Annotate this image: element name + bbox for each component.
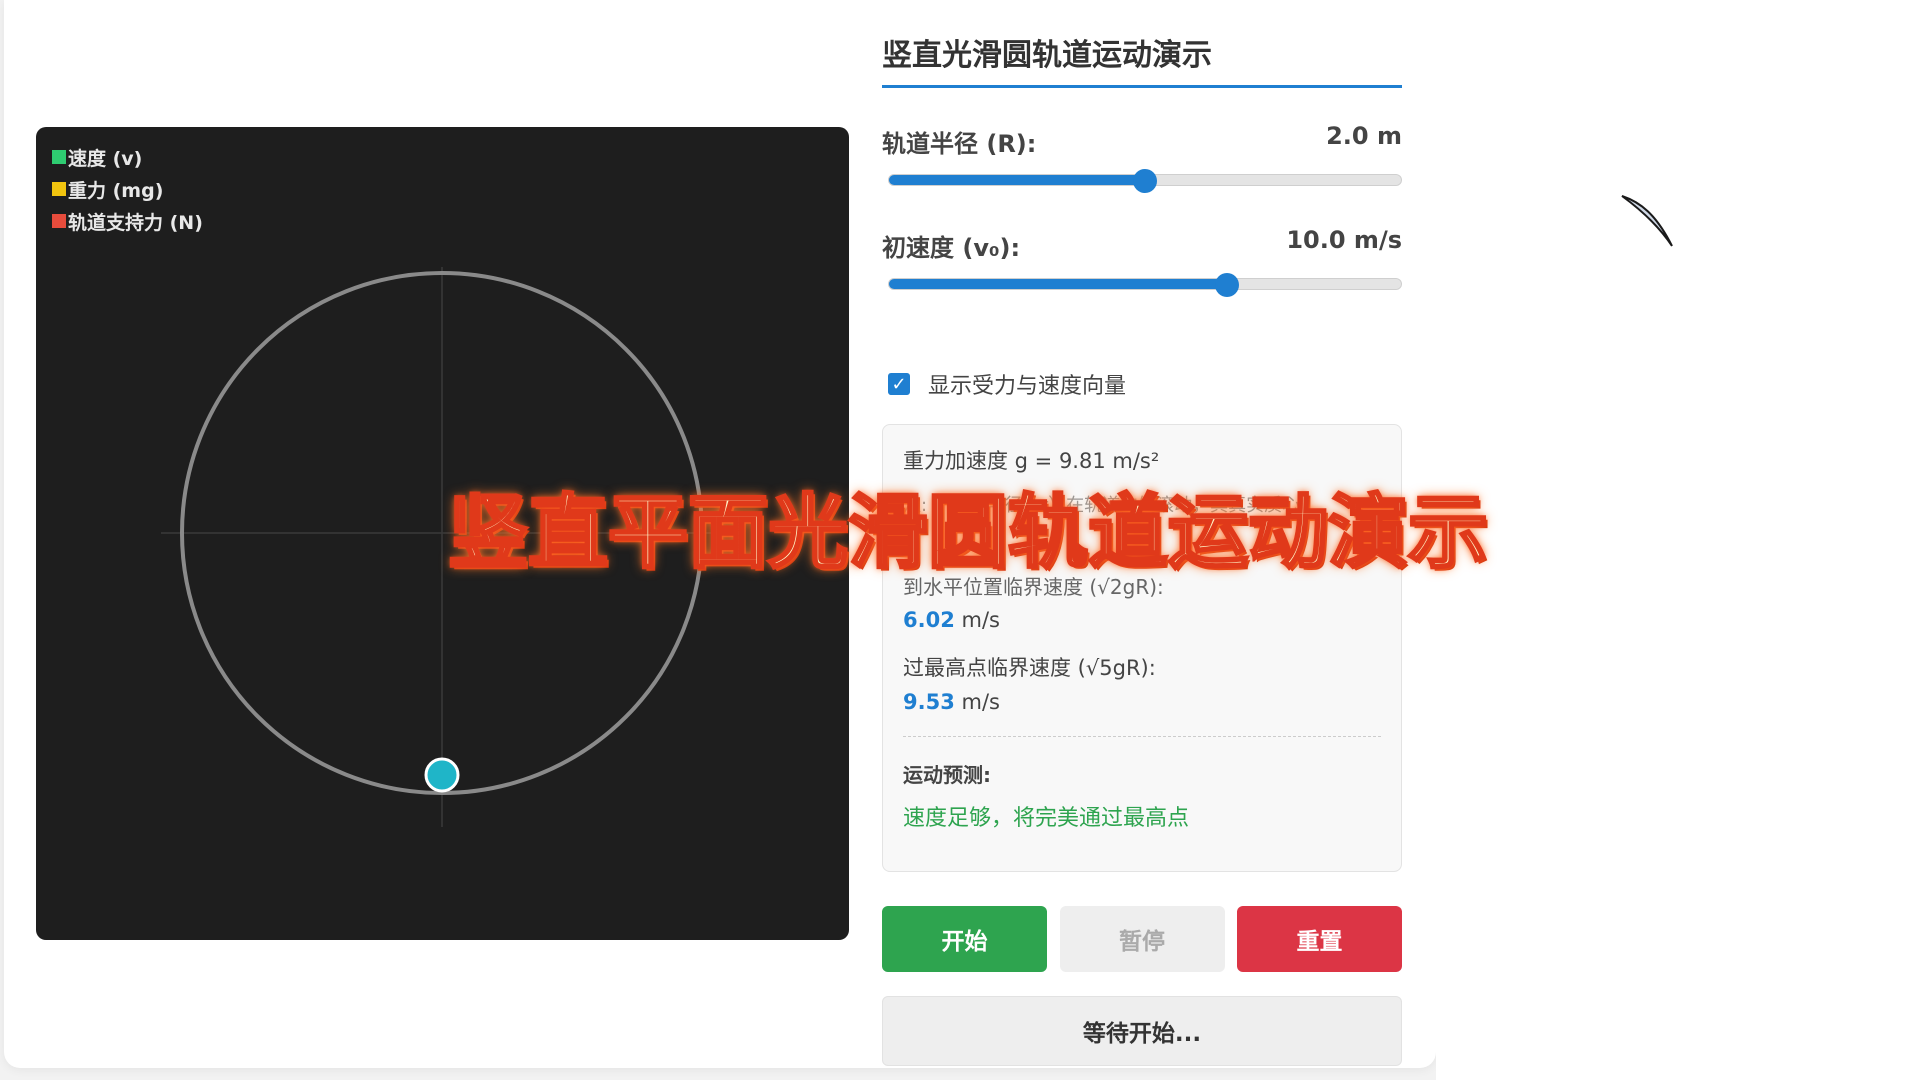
- cursor-icon: [1621, 195, 1673, 247]
- right-blank-area: [1436, 0, 1920, 1080]
- top-critical-unit: m/s: [961, 690, 1000, 714]
- show-vectors-checkbox[interactable]: ✓: [888, 373, 910, 395]
- radius-label: 轨道半径 (R):: [882, 130, 1037, 158]
- control-panel: 竖直光滑圆轨道运动演示 轨道半径 (R): 2.0 m 初速度 (v₀): 10…: [882, 30, 1402, 1066]
- button-row: 开始 暂停 重置: [882, 906, 1402, 972]
- start-button[interactable]: 开始: [882, 906, 1047, 972]
- overlay-caption: 竖直平面光滑圆轨道运动演示: [447, 485, 1490, 581]
- velocity-slider-fill: [889, 279, 1227, 289]
- prediction-text: 速度足够，将完美通过最高点: [903, 806, 1190, 831]
- radius-slider-thumb[interactable]: [1133, 169, 1157, 193]
- radius-slider[interactable]: [888, 169, 1402, 193]
- pause-button[interactable]: 暂停: [1059, 906, 1225, 972]
- horizontal-critical-number: 6.02: [903, 608, 955, 632]
- radius-slider-fill: [889, 175, 1145, 185]
- top-critical-label: 过最高点临界速度 (√5gR):: [903, 656, 1156, 680]
- top-critical-number: 9.53: [903, 690, 955, 714]
- horizontal-critical-value: 6.02 m/s: [903, 608, 1381, 632]
- velocity-label: 初速度 (v₀):: [882, 234, 1021, 262]
- velocity-value: 10.0 m/s: [1286, 226, 1402, 254]
- velocity-slider-thumb[interactable]: [1214, 273, 1239, 297]
- ball[interactable]: [424, 757, 460, 793]
- radius-value: 2.0 m: [1326, 122, 1402, 150]
- velocity-control: 初速度 (v₀): 10.0 m/s: [882, 192, 1402, 297]
- status-bar: 等待开始...: [882, 996, 1402, 1066]
- prediction-label: 运动预测:: [903, 763, 991, 787]
- panel-title: 竖直光滑圆轨道运动演示: [882, 30, 1402, 88]
- show-vectors-row[interactable]: ✓ 显示受力与速度向量: [888, 368, 1126, 400]
- reset-button[interactable]: 重置: [1237, 906, 1402, 972]
- horizontal-critical-unit: m/s: [961, 608, 1000, 632]
- show-vectors-label: 显示受力与速度向量: [928, 374, 1127, 399]
- radius-control: 轨道半径 (R): 2.0 m: [882, 88, 1402, 193]
- info-divider: [903, 736, 1381, 737]
- velocity-slider[interactable]: [888, 273, 1402, 297]
- top-critical-value: 9.53 m/s: [903, 690, 1381, 714]
